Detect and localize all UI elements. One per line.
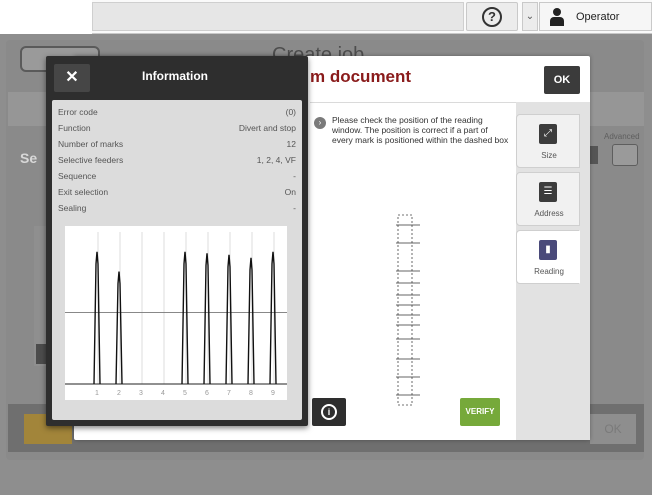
x-tick-label: 4 — [161, 390, 165, 397]
info-row: Error code (0) — [58, 107, 296, 121]
info-value: - — [293, 203, 296, 213]
signal-peak — [225, 254, 233, 385]
info-key: Sealing — [58, 203, 87, 213]
info-value: - — [293, 171, 296, 181]
x-tick-label: 9 — [271, 390, 275, 397]
x-tick-label: 5 — [183, 390, 187, 397]
instruction-text: Please check the position of the reading… — [332, 115, 509, 145]
ok-button-dimmed: OK — [590, 414, 636, 444]
dialog-title: m document — [310, 67, 412, 86]
top-bar-left — [0, 0, 92, 34]
tab-size[interactable]: ⤢ Size — [516, 114, 580, 168]
arrow-right-icon: › — [314, 117, 326, 129]
x-tick-label: 7 — [227, 390, 231, 397]
top-bar: ? ⌄ Operator — [0, 0, 652, 34]
info-value: (0) — [285, 107, 296, 117]
help-button[interactable]: ? — [466, 2, 518, 31]
user-menu-button[interactable]: Operator — [539, 2, 652, 31]
verify-button[interactable]: VERIFY — [460, 398, 500, 426]
advanced-label: Advanced — [604, 132, 640, 141]
info-key: Error code — [58, 107, 98, 117]
help-circle-icon: ? — [482, 7, 502, 27]
info-row: Function Divert and stop — [58, 123, 296, 137]
side-tabs: ⤢ Size ☰ Address ▮ Reading — [516, 102, 590, 440]
ok-button[interactable]: OK — [544, 66, 580, 94]
tab-reading[interactable]: ▮ Reading — [516, 230, 580, 284]
info-key: Function — [58, 123, 91, 133]
x-tick-label: 2 — [117, 390, 121, 397]
tab-address[interactable]: ☰ Address — [516, 172, 580, 226]
information-panel: ✕ Information Error code (0) Function Di… — [46, 56, 308, 426]
reading-icon: ▮ — [539, 240, 557, 260]
info-row: Sequence - — [58, 171, 296, 185]
reading-content: › Please check the position of the readi… — [310, 102, 516, 440]
signal-peak — [115, 271, 123, 385]
info-value: 12 — [286, 139, 296, 149]
reading-window: ( — [396, 214, 420, 406]
user-label: Operator — [576, 11, 620, 23]
signal-peak — [93, 251, 101, 385]
user-icon — [550, 8, 564, 26]
signal-peak — [247, 257, 255, 385]
dropdown-button[interactable]: ⌄ — [522, 2, 538, 31]
signal-chart: 1234567891 — [65, 226, 287, 400]
info-key: Selective feeders — [58, 155, 124, 165]
signal-peak — [269, 251, 277, 385]
info-details: Error code (0) Function Divert and stop … — [52, 100, 302, 420]
info-title: Information — [142, 69, 208, 83]
status-field — [92, 2, 464, 31]
close-button[interactable]: ✕ — [54, 64, 90, 92]
x-tick-label: 1 — [95, 390, 99, 397]
info-key: Number of marks — [58, 139, 124, 149]
info-icon: i — [321, 404, 337, 420]
info-row: Exit selection On — [58, 187, 296, 201]
info-row: Number of marks 12 — [58, 139, 296, 153]
info-value: 1, 2, 4, VF — [256, 155, 296, 165]
info-row: Selective feeders 1, 2, 4, VF — [58, 155, 296, 169]
info-key: Exit selection — [58, 187, 109, 197]
section-heading: Se — [20, 150, 38, 166]
x-tick-label: 6 — [205, 390, 209, 397]
signal-peak — [203, 253, 211, 385]
tab-label: Size — [541, 151, 557, 160]
tab-label: Address — [534, 209, 564, 218]
info-key: Sequence — [58, 171, 97, 181]
resize-icon: ⤢ — [539, 124, 557, 144]
info-row: Sealing - — [58, 203, 296, 217]
address-icon: ☰ — [539, 182, 557, 202]
tab-label: Reading — [534, 267, 564, 276]
info-toggle-button[interactable]: i — [312, 398, 346, 426]
info-value: Divert and stop — [238, 123, 296, 133]
signal-peak — [181, 251, 189, 385]
x-tick-label: 8 — [249, 390, 253, 397]
info-value: On — [284, 187, 296, 197]
x-tick-label: 3 — [139, 390, 143, 397]
advanced-settings-button[interactable] — [612, 144, 638, 166]
